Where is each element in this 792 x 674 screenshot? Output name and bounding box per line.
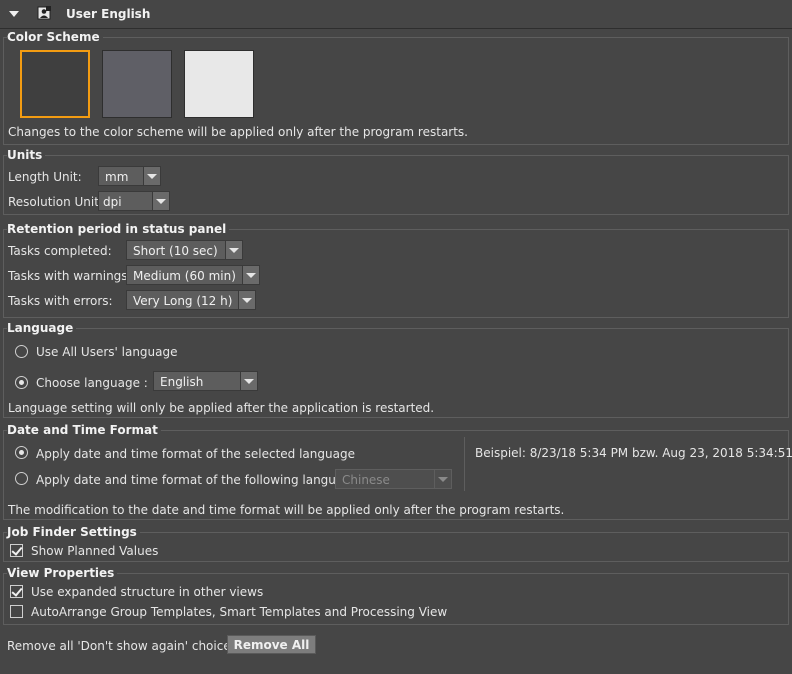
language-title: Language: [7, 321, 77, 335]
following-language-select[interactable]: Chinese: [335, 469, 452, 489]
resolution-unit-select[interactable]: dpi: [98, 191, 170, 211]
chevron-down-icon: [152, 192, 169, 210]
show-planned-values-checkbox[interactable]: [10, 544, 23, 557]
resolution-unit-label: Resolution Unit:: [8, 195, 103, 209]
chevron-down-icon: [238, 291, 255, 309]
retention-title: Retention period in status panel: [7, 222, 230, 236]
tasks-warnings-label: Tasks with warnings:: [8, 269, 132, 283]
length-unit-value: mm: [105, 170, 129, 184]
units-title: Units: [7, 148, 46, 162]
tasks-errors-value: Very Long (12 h): [133, 294, 233, 308]
page-title: User English: [66, 7, 151, 21]
remove-all-button[interactable]: Remove All: [227, 635, 316, 654]
chevron-down-icon: [242, 266, 259, 284]
tasks-warnings-value: Medium (60 min): [133, 269, 236, 283]
datetime-example: Beispiel: 8/23/18 5:34 PM bzw. Aug 23, 2…: [475, 446, 792, 460]
length-unit-select[interactable]: mm: [98, 166, 161, 186]
following-language-format-radio[interactable]: [15, 472, 28, 485]
job-finder-title: Job Finder Settings: [7, 525, 140, 539]
tasks-completed-label: Tasks completed:: [8, 244, 112, 258]
resolution-unit-value: dpi: [103, 195, 122, 209]
chevron-down-icon: [225, 241, 242, 259]
swatch-medium[interactable]: [102, 50, 172, 118]
choose-language-radio[interactable]: [15, 376, 28, 389]
datetime-divider: [464, 437, 465, 491]
tasks-completed-select[interactable]: Short (10 sec): [126, 240, 243, 260]
expanded-structure-label[interactable]: Use expanded structure in other views: [31, 585, 263, 599]
panel-header[interactable]: User English: [0, 0, 792, 29]
use-all-users-language-radio[interactable]: [15, 345, 28, 358]
user-profile-icon: [37, 6, 51, 20]
tasks-errors-select[interactable]: Very Long (12 h): [126, 290, 256, 310]
language-note: Language setting will only be applied af…: [8, 401, 435, 415]
chevron-down-icon: [434, 470, 451, 488]
swatch-light[interactable]: [184, 50, 254, 118]
show-planned-values-label[interactable]: Show Planned Values: [31, 544, 158, 558]
tasks-errors-label: Tasks with errors:: [8, 294, 113, 308]
autoarrange-checkbox[interactable]: [10, 605, 23, 618]
length-unit-label: Length Unit:: [8, 170, 82, 184]
selected-language-format-label[interactable]: Apply date and time format of the select…: [36, 447, 355, 461]
tasks-completed-value: Short (10 sec): [133, 244, 218, 258]
chevron-down-icon: [143, 167, 160, 185]
collapse-triangle-icon[interactable]: [9, 11, 19, 17]
tasks-warnings-select[interactable]: Medium (60 min): [126, 265, 260, 285]
following-language-format-label[interactable]: Apply date and time format of the follow…: [36, 473, 362, 487]
choose-language-value: English: [160, 375, 204, 389]
choose-language-label[interactable]: Choose language :: [36, 376, 148, 390]
view-properties-title: View Properties: [7, 566, 118, 580]
following-language-value: Chinese: [342, 473, 390, 487]
color-scheme-note: Changes to the color scheme will be appl…: [8, 125, 468, 139]
selected-language-format-radio[interactable]: [15, 446, 28, 459]
choose-language-select[interactable]: English: [153, 371, 258, 391]
use-all-users-language-label[interactable]: Use All Users' language: [36, 345, 178, 359]
chevron-down-icon: [240, 372, 257, 390]
datetime-note: The modification to the date and time fo…: [8, 503, 565, 517]
remove-choices-label: Remove all 'Don't show again' choices:: [7, 639, 242, 653]
swatch-dark[interactable]: [20, 50, 90, 118]
datetime-title: Date and Time Format: [7, 423, 161, 437]
autoarrange-label[interactable]: AutoArrange Group Templates, Smart Templ…: [31, 605, 447, 619]
color-scheme-title: Color Scheme: [7, 30, 103, 44]
expanded-structure-checkbox[interactable]: [10, 585, 23, 598]
